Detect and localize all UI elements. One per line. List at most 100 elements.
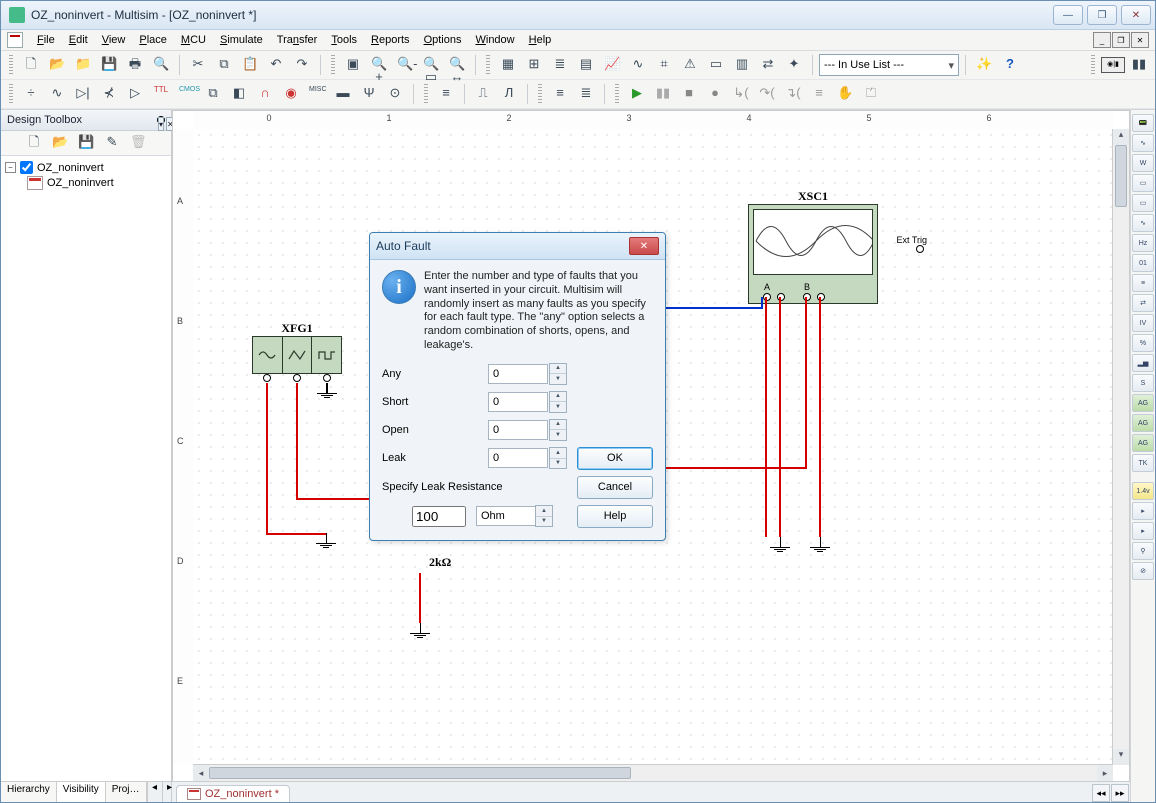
open-input[interactable] xyxy=(488,420,548,440)
grip[interactable] xyxy=(9,55,13,75)
instr-iv[interactable]: IV xyxy=(1132,314,1154,332)
leak-input[interactable] xyxy=(488,448,548,468)
place-advper-button[interactable]: ▬ xyxy=(331,82,355,106)
tree-child[interactable]: OZ_noninvert xyxy=(5,175,167,191)
wire[interactable] xyxy=(643,467,807,469)
instr-ag-mm[interactable]: AG xyxy=(1132,434,1154,452)
scroll-up-button[interactable]: ▴ xyxy=(1113,129,1129,145)
menu-reports[interactable]: Reports xyxy=(365,32,416,48)
mdi-minimize-button[interactable]: _ xyxy=(1093,32,1111,48)
tab-projects[interactable]: Proj… xyxy=(106,782,147,802)
horizontal-scrollbar[interactable]: ◂ ▸ xyxy=(193,764,1113,781)
wire[interactable] xyxy=(819,297,821,537)
place-cmos-button[interactable]: CMOS xyxy=(175,82,199,106)
panel-dropdown-button[interactable]: ▾ xyxy=(158,117,164,131)
leak-unit-combo[interactable]: Ohm xyxy=(476,506,536,526)
mdi-restore-button[interactable]: ❐ xyxy=(1112,32,1130,48)
tab-visibility[interactable]: Visibility xyxy=(57,782,106,802)
instr-labview2[interactable]: ▸ xyxy=(1132,502,1154,520)
scroll-thumb[interactable] xyxy=(1115,145,1127,207)
place-junc-button[interactable]: Л xyxy=(497,82,521,106)
stop-button[interactable]: ■ xyxy=(677,82,701,106)
wand-button[interactable]: ✨ xyxy=(972,53,996,77)
wire[interactable] xyxy=(326,383,328,393)
step-cursor-button[interactable]: ≡ xyxy=(807,82,831,106)
place-misc-button[interactable]: ⧉ xyxy=(201,82,225,106)
dt-rename-button[interactable]: ✎ xyxy=(101,132,123,154)
menu-place[interactable]: Place xyxy=(133,32,173,48)
grip[interactable] xyxy=(615,84,619,104)
instr-freq[interactable]: Hz xyxy=(1132,234,1154,252)
zoom-area-button[interactable]: 🔍▭ xyxy=(419,53,443,77)
instr-tek[interactable]: TK xyxy=(1132,454,1154,472)
leak-resistance-input[interactable] xyxy=(412,506,466,527)
place-source-button[interactable]: ÷ xyxy=(19,82,43,106)
place-indicator-button[interactable]: ∩ xyxy=(253,82,277,106)
place-ttl-button[interactable]: TTL xyxy=(149,82,173,106)
dialog-close-button[interactable]: ✕ xyxy=(629,237,659,255)
menu-edit[interactable]: Edit xyxy=(63,32,94,48)
dt-open-button[interactable]: 📂 xyxy=(49,132,71,154)
grip[interactable] xyxy=(486,55,490,75)
switch-icon[interactable]: ◉|▮ xyxy=(1101,57,1125,73)
wire[interactable] xyxy=(805,297,807,467)
menu-help[interactable]: Help xyxy=(523,32,558,48)
wire[interactable] xyxy=(266,383,268,533)
menu-transfer[interactable]: Transfer xyxy=(271,32,324,48)
grip[interactable] xyxy=(424,84,428,104)
place-transistor-button[interactable]: ⊀ xyxy=(97,82,121,106)
expand-icon[interactable]: − xyxy=(5,162,16,173)
in-use-list-combo[interactable]: --- In Use List --- xyxy=(819,54,959,76)
place-text-button[interactable]: ≡ xyxy=(548,82,572,106)
tb-dbedit-button[interactable]: ▥ xyxy=(730,53,754,77)
tb-bread-button[interactable]: ▤ xyxy=(574,53,598,77)
new-button[interactable]: 🗋 xyxy=(19,53,43,77)
place-misc2-button[interactable]: MISC xyxy=(305,82,329,106)
instr-logican[interactable]: ≡ xyxy=(1132,274,1154,292)
scroll-thumb[interactable] xyxy=(209,767,631,779)
tree-root[interactable]: − OZ_noninvert xyxy=(5,160,167,175)
menu-mcu[interactable]: MCU xyxy=(175,32,212,48)
grip[interactable] xyxy=(331,55,335,75)
wire[interactable] xyxy=(296,383,298,498)
open-button[interactable]: 📂 xyxy=(45,53,69,77)
tb-post-button[interactable]: ⌗ xyxy=(652,53,676,77)
wire[interactable] xyxy=(765,297,767,537)
zoom-in-button[interactable]: 🔍+ xyxy=(367,53,391,77)
step-out-button[interactable]: ↴( xyxy=(781,82,805,106)
instr-bode[interactable]: ∿ xyxy=(1132,214,1154,232)
vertical-scrollbar[interactable]: ▴ ▾ xyxy=(1112,129,1129,765)
instr-labview3[interactable]: ▸ xyxy=(1132,522,1154,540)
redo-button[interactable]: ↷ xyxy=(290,53,314,77)
place-analog-button[interactable]: ▷ xyxy=(123,82,147,106)
wire[interactable] xyxy=(419,573,421,623)
grip[interactable] xyxy=(538,84,542,104)
menu-window[interactable]: Window xyxy=(469,32,520,48)
tree-root-checkbox[interactable] xyxy=(20,161,33,174)
menu-simulate[interactable]: Simulate xyxy=(214,32,269,48)
dt-new-button[interactable]: 🗋 xyxy=(23,132,45,154)
tb-netlist-button[interactable]: ≣ xyxy=(548,53,572,77)
instr-logicconv[interactable]: ⇄ xyxy=(1132,294,1154,312)
help-button[interactable]: Help xyxy=(577,505,653,528)
place-basic-button[interactable]: ∿ xyxy=(45,82,69,106)
xfg1-pin-plus[interactable] xyxy=(263,374,271,382)
grip[interactable] xyxy=(9,84,13,104)
instr-wordgen[interactable]: 01 xyxy=(1132,254,1154,272)
tb-spreadsheet-button[interactable]: ⊞ xyxy=(522,53,546,77)
tb-xfer-button[interactable]: ⇄ xyxy=(756,53,780,77)
step-into-button[interactable]: ↳( xyxy=(729,82,753,106)
tb-grid-button[interactable]: ▦ xyxy=(496,53,520,77)
wire[interactable] xyxy=(779,297,781,537)
scroll-down-button[interactable]: ▾ xyxy=(1113,749,1129,765)
dialog-titlebar[interactable]: Auto Fault ✕ xyxy=(370,233,665,260)
instr-multimeter[interactable]: 📟 xyxy=(1132,114,1154,132)
place-mixed-button[interactable]: ◧ xyxy=(227,82,251,106)
cancel-button[interactable]: Cancel xyxy=(577,476,653,499)
zoom-out-button[interactable]: 🔍- xyxy=(393,53,417,77)
xfg1-pin-common[interactable] xyxy=(293,374,301,382)
tb-comp-button[interactable]: ✦ xyxy=(782,53,806,77)
instr-current[interactable]: ⊘ xyxy=(1132,562,1154,580)
run-button[interactable]: ▶ xyxy=(625,82,649,106)
open-spinner[interactable]: ▲▼ xyxy=(549,419,567,441)
